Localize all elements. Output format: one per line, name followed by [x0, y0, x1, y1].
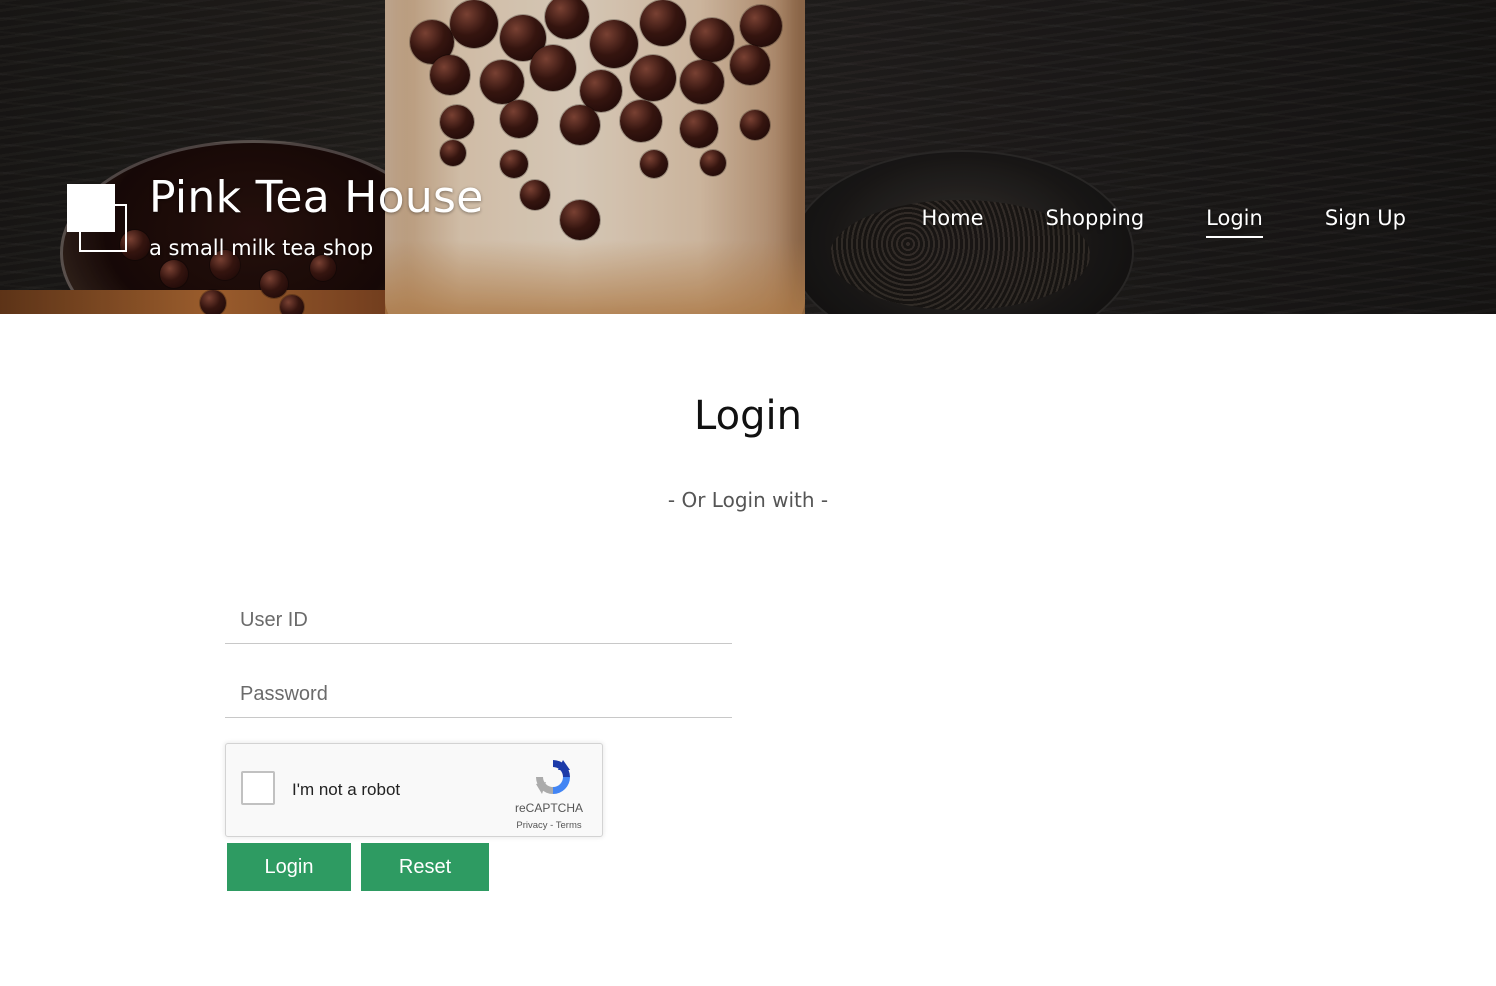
recaptcha-checkbox[interactable]: [241, 771, 275, 805]
hero-overlay: [0, 0, 1496, 314]
password-input[interactable]: [225, 672, 732, 718]
overlapping-squares-logo-icon: [67, 184, 131, 256]
nav-shopping[interactable]: Shopping: [1046, 206, 1145, 238]
nav-login[interactable]: Login: [1206, 206, 1263, 238]
recaptcha-brand: reCAPTCHA: [514, 801, 583, 815]
logo-front-square: [67, 184, 115, 232]
site-title[interactable]: Pink Tea House: [149, 172, 484, 223]
login-button[interactable]: Login: [227, 843, 351, 891]
nav-sign-up[interactable]: Sign Up: [1325, 206, 1406, 238]
reset-button[interactable]: Reset: [361, 843, 489, 891]
recaptcha-icon: [536, 760, 570, 794]
site-subtitle: a small milk tea shop: [149, 236, 374, 260]
alt-login-text: - Or Login with -: [667, 488, 829, 512]
hero-header: Pink Tea House a small milk tea shop Hom…: [0, 0, 1496, 314]
nav-home[interactable]: Home: [922, 206, 984, 238]
page-title: Login: [694, 393, 802, 439]
recaptcha-privacy-terms-links[interactable]: Privacy - Terms: [499, 820, 599, 831]
recaptcha-label: I'm not a robot: [292, 780, 401, 799]
recaptcha-widget: I'm not a robot reCAPTCHA Privacy - Term…: [225, 743, 603, 837]
user-id-input[interactable]: [225, 598, 732, 644]
main-nav: Home Shopping Login Sign Up: [860, 206, 1406, 238]
